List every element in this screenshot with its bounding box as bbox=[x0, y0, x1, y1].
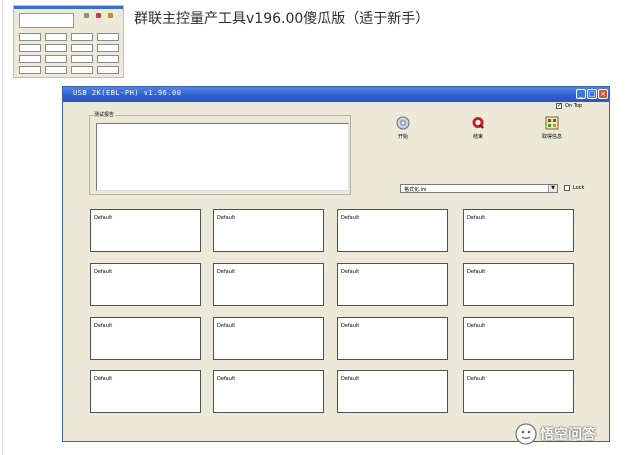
maximize-button[interactable]: □ bbox=[587, 89, 597, 99]
port-slot[interactable]: Default bbox=[213, 209, 324, 252]
port-label: Default bbox=[217, 215, 236, 221]
port-label: Default bbox=[341, 269, 360, 275]
lock-label: Lock bbox=[573, 185, 585, 191]
test-report-label: 测试报告 bbox=[93, 111, 116, 118]
config-select[interactable]: 格式化.ini ▼ bbox=[400, 184, 558, 193]
port-label: Default bbox=[341, 376, 360, 382]
port-slot[interactable]: Default bbox=[463, 317, 574, 360]
start-label: 开始 bbox=[397, 134, 408, 140]
article-heading[interactable]: 群联主控量产工具v196.00傻瓜版（适于新手） bbox=[134, 8, 429, 28]
checkbox-checked-icon[interactable] bbox=[556, 102, 562, 109]
port-label: Default bbox=[467, 269, 486, 275]
watermark-text: 悟空问答 bbox=[540, 427, 596, 443]
on-top-checkbox[interactable]: On Top bbox=[556, 102, 583, 109]
page-left-border bbox=[2, 0, 3, 455]
port-slot[interactable]: Default bbox=[463, 370, 574, 413]
port-slot[interactable]: Default bbox=[213, 370, 324, 413]
stop-q-icon bbox=[472, 117, 484, 129]
info-grid-icon bbox=[545, 116, 559, 130]
checkbox-unchecked-icon[interactable] bbox=[564, 185, 570, 191]
close-button[interactable]: × bbox=[598, 89, 608, 99]
stop-button[interactable]: 结束 bbox=[463, 116, 493, 140]
lock-checkbox[interactable]: Lock bbox=[564, 185, 584, 191]
thumbnail-preview[interactable] bbox=[13, 5, 124, 78]
port-label: Default bbox=[341, 215, 360, 221]
port-label: Default bbox=[467, 215, 486, 221]
port-slot[interactable]: Default bbox=[213, 263, 324, 306]
port-slot[interactable]: Default bbox=[337, 370, 448, 413]
on-top-label: On Top bbox=[565, 103, 583, 109]
port-slot[interactable]: Default bbox=[213, 317, 324, 360]
port-label: Default bbox=[467, 323, 486, 329]
chevron-down-icon[interactable]: ▼ bbox=[548, 185, 557, 192]
port-slot[interactable]: Default bbox=[463, 209, 574, 252]
port-label: Default bbox=[467, 376, 486, 382]
window-title: USB 2K(EBL-PH) v1.96.00 bbox=[73, 89, 182, 97]
watermark: 悟空问答 bbox=[515, 423, 596, 445]
port-label: Default bbox=[94, 269, 113, 275]
test-report-group: 测试报告 bbox=[89, 111, 351, 195]
stop-label: 结束 bbox=[472, 134, 483, 140]
port-label: Default bbox=[341, 323, 360, 329]
minimize-button[interactable]: _ bbox=[576, 89, 586, 99]
config-select-value: 格式化.ini bbox=[404, 187, 427, 193]
port-label: Default bbox=[94, 376, 113, 382]
start-button[interactable]: 开始 bbox=[388, 116, 418, 140]
port-slot[interactable]: Default bbox=[337, 263, 448, 306]
port-label: Default bbox=[217, 323, 236, 329]
test-report-textarea[interactable] bbox=[96, 123, 349, 191]
port-label: Default bbox=[94, 215, 113, 221]
app-window: USB 2K(EBL-PH) v1.96.00 _ □ × On Top 测试报… bbox=[62, 86, 610, 442]
port-slot[interactable]: Default bbox=[90, 370, 201, 413]
port-slot[interactable]: Default bbox=[90, 209, 201, 252]
port-slot[interactable]: Default bbox=[90, 263, 201, 306]
port-slot[interactable]: Default bbox=[90, 317, 201, 360]
cartoon-face-icon bbox=[515, 423, 537, 445]
port-slot[interactable]: Default bbox=[463, 263, 574, 306]
disc-icon bbox=[396, 116, 410, 130]
title-bar[interactable]: USB 2K(EBL-PH) v1.96.00 _ □ × bbox=[63, 87, 609, 102]
port-slot[interactable]: Default bbox=[337, 317, 448, 360]
port-label: Default bbox=[217, 376, 236, 382]
port-slot[interactable]: Default bbox=[337, 209, 448, 252]
get-info-label: 取得信息 bbox=[541, 134, 562, 140]
get-info-button[interactable]: 取得信息 bbox=[537, 116, 567, 140]
port-label: Default bbox=[94, 323, 113, 329]
port-label: Default bbox=[217, 269, 236, 275]
